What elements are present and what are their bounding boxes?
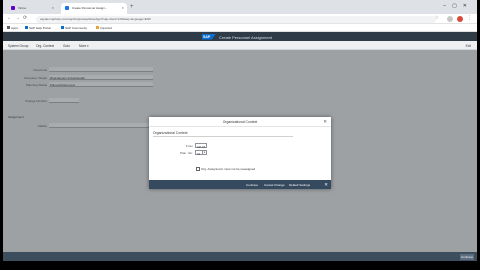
screen: Yahoo ✕ Create Personnel Assign... ✕ + –… (0, 0, 480, 270)
menu-more[interactable]: More ▾ (79, 44, 89, 48)
footer-close-icon[interactable]: ✕ (324, 182, 328, 188)
menu-goto[interactable]: Goto (63, 44, 70, 48)
close-icon[interactable]: ✕ (323, 119, 327, 125)
bookmark-label: Imported (100, 25, 112, 30)
dialog-header: Organizational Context ✕ (149, 117, 331, 127)
menu-org-context[interactable]: Org. Context (36, 44, 54, 48)
exit-button[interactable]: Exit (466, 44, 471, 48)
menu-system-group[interactable]: System Group (8, 44, 28, 48)
field-value: 01 (197, 151, 201, 156)
sap-favicon-icon (65, 6, 69, 11)
browser-tab[interactable]: Yahoo ✕ (7, 3, 57, 14)
field-value: CP-01 (197, 144, 206, 149)
from-field[interactable]: CP-01 (195, 143, 207, 149)
bookmark-sap-community[interactable]: SAP Community (61, 26, 87, 30)
checkbox-label: Org. Assignment must not be reassigned (201, 167, 256, 171)
tab-close-icon[interactable]: ✕ (51, 6, 54, 10)
dialog-group-title: Organizational Context (153, 131, 188, 135)
reload-icon[interactable]: ⟳ (23, 15, 27, 21)
address-bar[interactable]: sapdev.saphelp.com/sap/bc/gui/sap/its/we… (36, 15, 436, 23)
new-tab-button[interactable]: + (130, 4, 134, 10)
dialog-footer: Continue Cancel Change Default Settings … (149, 180, 331, 189)
yahoo-favicon-icon (11, 6, 15, 11)
bookmark-label: SAP Help Portal (29, 25, 51, 30)
tab-label: Yahoo (17, 6, 27, 10)
browser-tab-active[interactable]: Create Personnel Assign... ✕ (61, 3, 127, 14)
plan-version-label: Plan. Ver. (180, 151, 193, 155)
window-controls[interactable]: –▢✕ (443, 3, 473, 9)
bookmark-label: Apps (11, 25, 18, 30)
reassign-checkbox[interactable] (196, 167, 200, 171)
forward-arrow-icon[interactable]: → (15, 15, 20, 21)
logo-text: SAP (203, 34, 211, 39)
bookmark-imported[interactable]: Imported (96, 26, 112, 30)
continue-button[interactable]: Continue (246, 183, 258, 187)
sap-status-bar: Continue (3, 252, 477, 261)
bookmark-star-icon[interactable]: ☆ (435, 15, 439, 21)
extension-icon[interactable] (447, 16, 453, 22)
browser-toolbar: ← → ⟳ sapdev.saphelp.com/sap/bc/gui/sap/… (3, 14, 477, 24)
group-divider (153, 136, 293, 137)
plan-version-field[interactable]: 01 (195, 150, 203, 156)
bottom-border (0, 261, 480, 270)
folder-icon (96, 26, 99, 30)
status-continue-button[interactable]: Continue (460, 253, 474, 260)
sap-logo: SAP (202, 33, 216, 40)
sap-bookmark-icon (61, 26, 64, 30)
apps-grid-icon (7, 26, 10, 30)
sap-bookmark-icon (25, 26, 28, 30)
org-context-dialog: Organizational Context ✕ Organizational … (149, 117, 331, 189)
page-title: Create Personnel Assignment (219, 34, 272, 40)
back-arrow-icon[interactable]: ← (7, 15, 12, 21)
button-label: Continue (460, 254, 473, 259)
bookmarks-bar: Apps SAP Help Portal SAP Community Impor… (3, 24, 477, 32)
profile-avatar-icon[interactable] (457, 16, 463, 22)
sap-menu-bar: System Group Org. Context Goto More ▾ Ex… (3, 41, 477, 50)
tab-close-icon[interactable]: ✕ (121, 6, 124, 10)
browser-tabstrip: Yahoo ✕ Create Personnel Assign... ✕ + –… (3, 0, 477, 14)
dialog-title: Organizational Context (222, 120, 258, 124)
default-settings-button[interactable]: Default Settings (289, 183, 310, 187)
address-text: sapdev.saphelp.com/sap/bc/gui/sap/its/we… (40, 17, 151, 21)
cancel-change-button[interactable]: Cancel Change (264, 183, 285, 187)
tab-label: Create Personnel Assign... (71, 6, 108, 10)
browser-menu-icon[interactable]: ⋮ (467, 15, 472, 21)
bookmark-label: SAP Community (65, 25, 87, 30)
sap-shell-bar: SAP Create Personnel Assignment (3, 32, 477, 41)
bookmark-apps[interactable]: Apps (7, 26, 18, 30)
value-help-icon[interactable]: ▾ (203, 150, 207, 155)
bookmark-sap-help[interactable]: SAP Help Portal (25, 26, 51, 30)
from-label: From (186, 144, 193, 148)
